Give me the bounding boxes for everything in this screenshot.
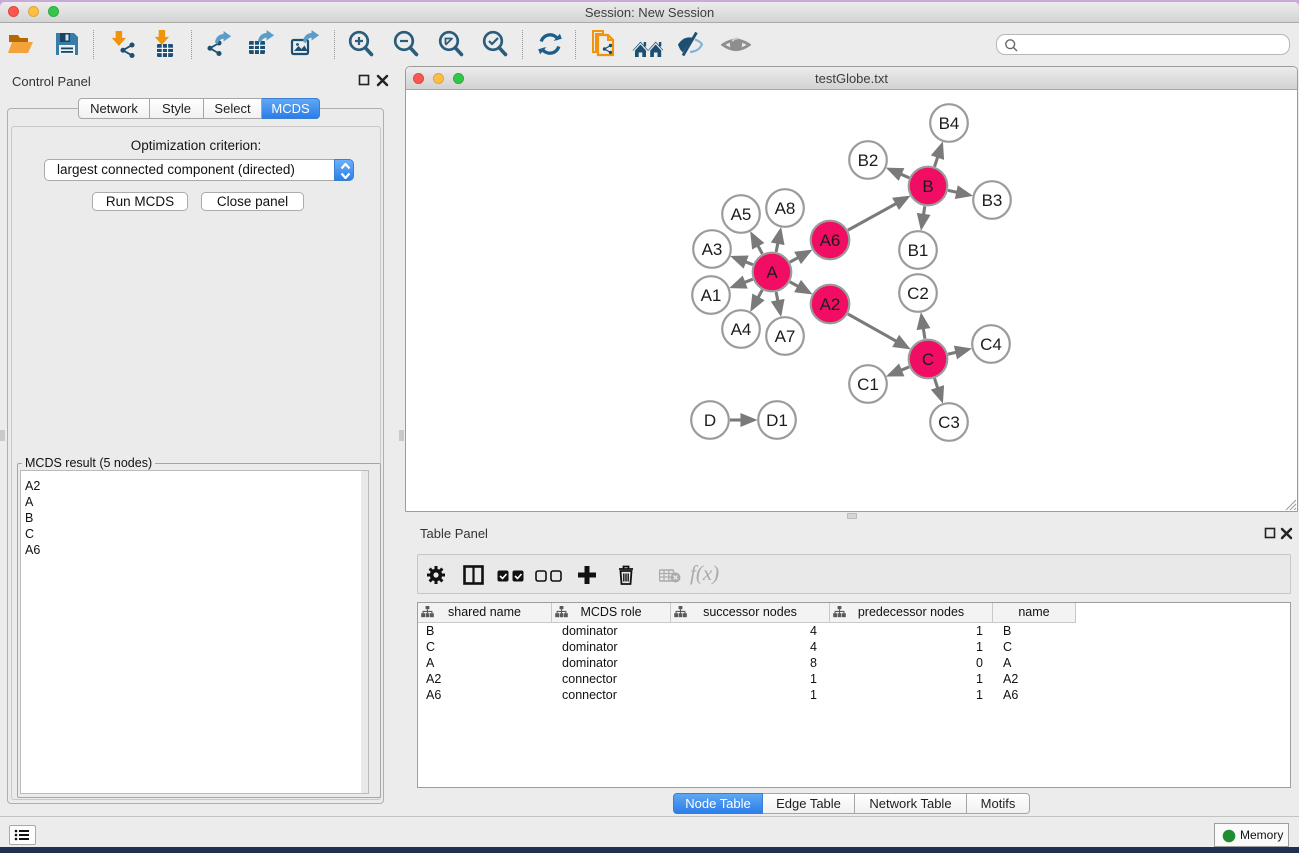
svg-text:C3: C3 xyxy=(938,413,960,432)
svg-text:A3: A3 xyxy=(702,240,723,259)
svg-text:C1: C1 xyxy=(857,375,879,394)
svg-text:A8: A8 xyxy=(775,199,796,218)
svg-text:A5: A5 xyxy=(731,205,752,224)
svg-text:B1: B1 xyxy=(908,241,929,260)
svg-text:B: B xyxy=(922,177,933,196)
svg-text:C: C xyxy=(922,350,934,369)
svg-text:A: A xyxy=(766,263,778,282)
svg-text:B4: B4 xyxy=(939,114,960,133)
svg-text:B2: B2 xyxy=(858,151,879,170)
svg-text:A6: A6 xyxy=(820,231,841,250)
svg-text:A4: A4 xyxy=(731,320,752,339)
svg-text:A7: A7 xyxy=(775,327,796,346)
svg-text:A1: A1 xyxy=(701,286,722,305)
svg-text:D: D xyxy=(704,411,716,430)
svg-text:C2: C2 xyxy=(907,284,929,303)
svg-text:A2: A2 xyxy=(820,295,841,314)
svg-text:B3: B3 xyxy=(982,191,1003,210)
svg-text:D1: D1 xyxy=(766,411,788,430)
svg-text:C4: C4 xyxy=(980,335,1002,354)
